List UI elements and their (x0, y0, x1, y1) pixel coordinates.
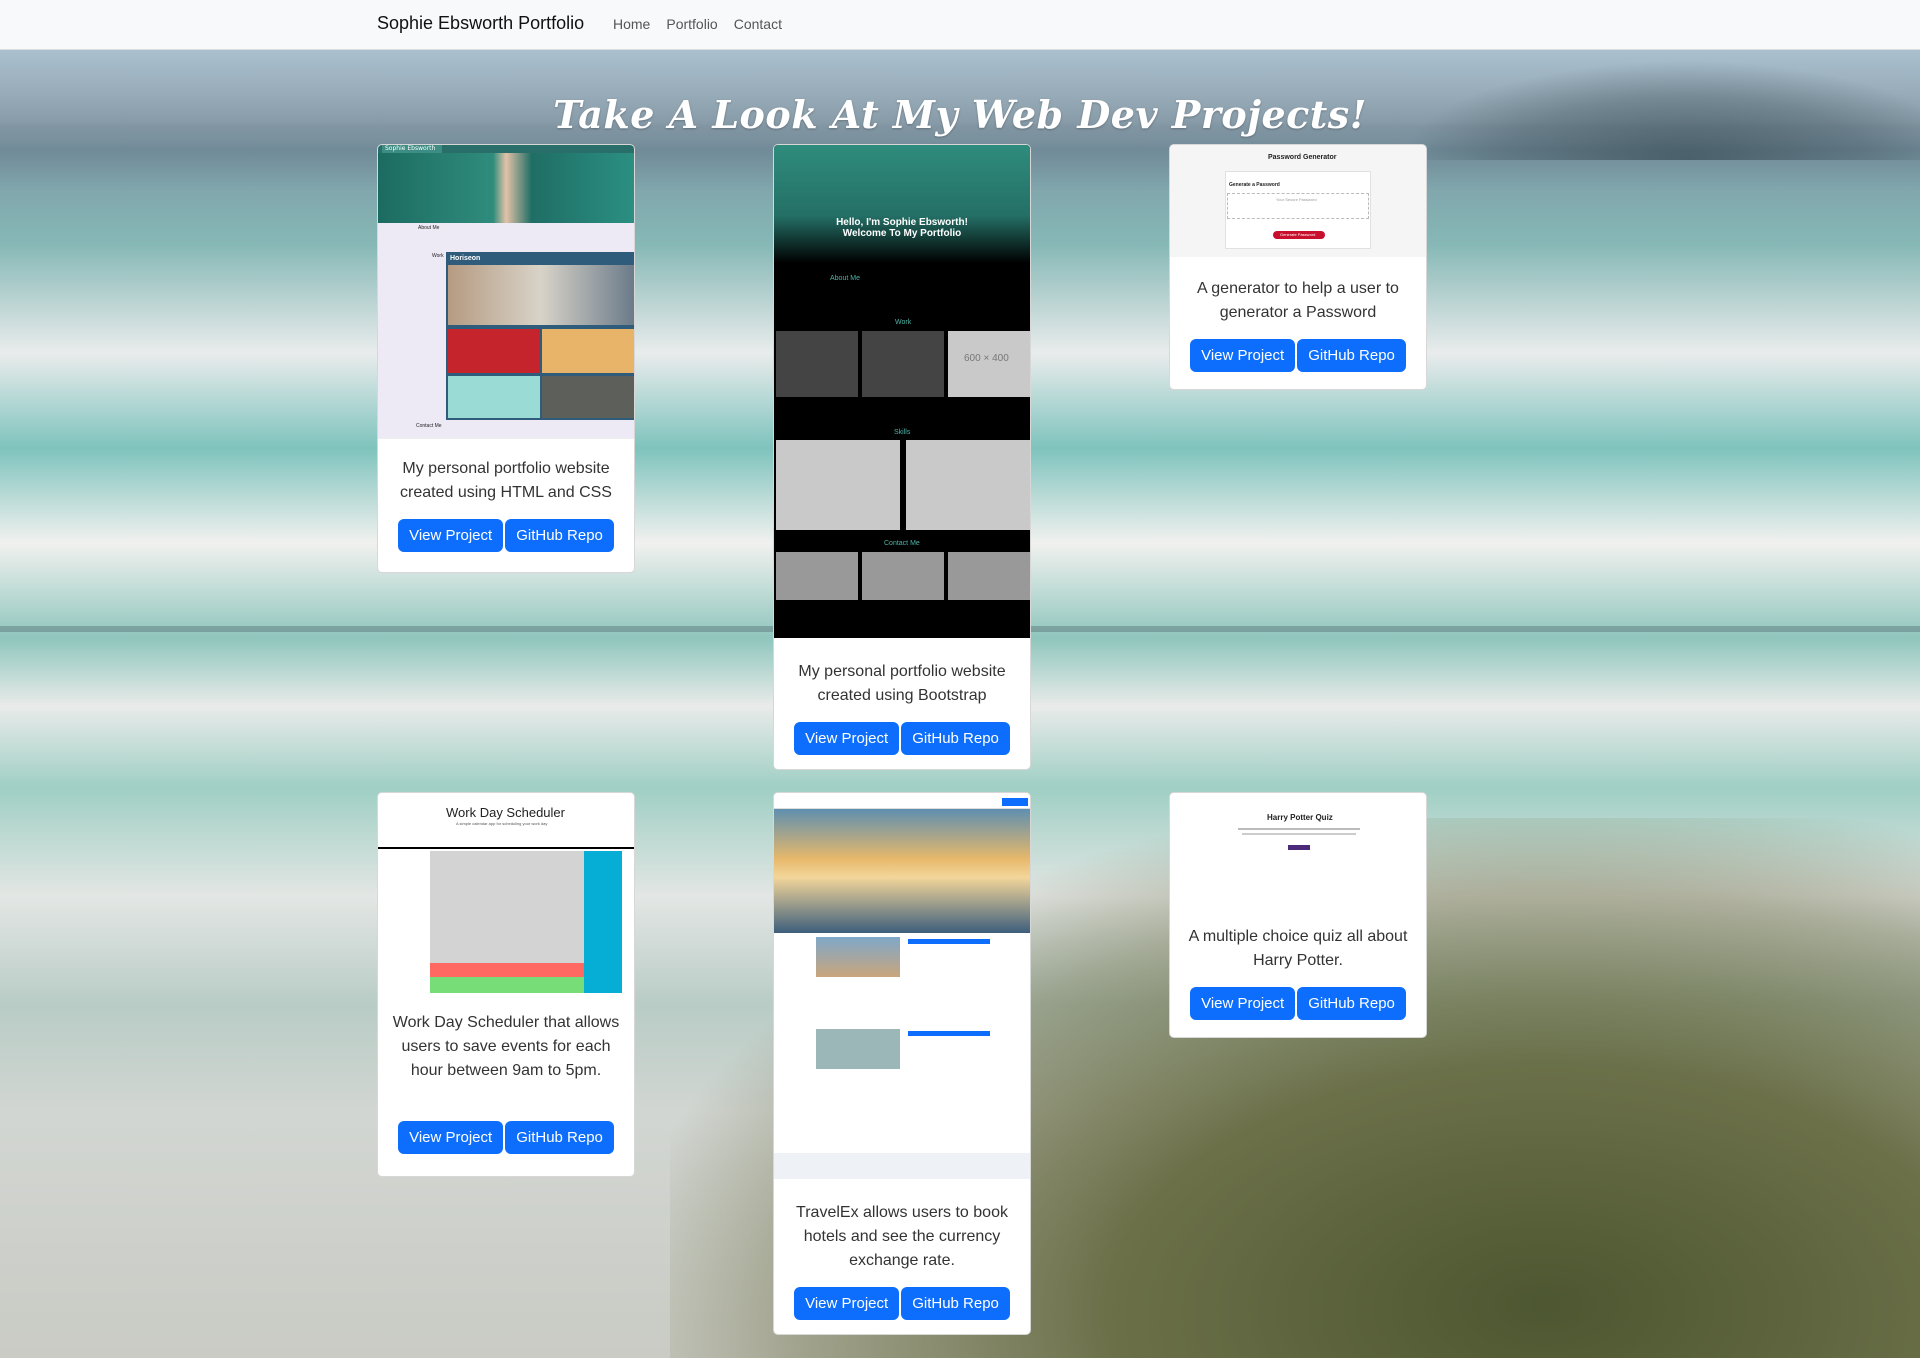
thumb-label: About Me (830, 275, 860, 282)
thumb-section: Horiseon (450, 255, 481, 262)
project-description: My personal portfolio website created us… (798, 663, 1006, 704)
card-buttons: View Project GitHub Repo (774, 1287, 1030, 1320)
view-project-button[interactable]: View Project (398, 1121, 504, 1154)
thumb-label: Work (432, 253, 444, 259)
project-description: A generator to help a user to generator … (1197, 280, 1399, 321)
project-thumbnail[interactable] (774, 793, 1030, 1179)
github-repo-button[interactable]: GitHub Repo (901, 1287, 1010, 1320)
github-repo-button[interactable]: GitHub Repo (1297, 339, 1406, 372)
thumb-label: Contact Me (884, 540, 920, 547)
project-card-work-day-scheduler: Work Day Scheduler A simple calendar app… (377, 792, 635, 1177)
thumb-placeholder: Your Secure Password (1276, 197, 1317, 202)
thumb-title: Password Generator (1268, 154, 1337, 161)
card-buttons: View Project GitHub Repo (774, 722, 1030, 755)
project-card-travelex: TravelEx allows users to book hotels and… (773, 792, 1031, 1335)
view-project-button[interactable]: View Project (398, 519, 504, 552)
thumb-placeholder: 600 × 400 (964, 353, 1009, 364)
thumb-subtitle: Generate a Password (1229, 182, 1280, 188)
card-buttons: View Project GitHub Repo (378, 519, 634, 552)
thumb-label: Contact Me (416, 423, 442, 429)
github-repo-button[interactable]: GitHub Repo (901, 722, 1010, 755)
thumb-title: Work Day Scheduler (446, 805, 565, 820)
thumb-brand: Sophie Ebsworth (382, 145, 442, 153)
project-description: TravelEx allows users to book hotels and… (796, 1204, 1008, 1269)
thumb-hero-line: Welcome To My Portfolio (842, 228, 962, 239)
navbar: Sophie Ebsworth Portfolio Home Portfolio… (0, 0, 1920, 50)
page-title: Take A Look At My Web Dev Projects! (553, 92, 1367, 137)
thumb-subtitle: A simple calendar app for scheduling you… (456, 821, 548, 826)
nav-link-home[interactable]: Home (613, 16, 650, 32)
github-repo-button[interactable]: GitHub Repo (505, 519, 614, 552)
view-project-button[interactable]: View Project (1190, 987, 1296, 1020)
thumb-label: Skills (894, 429, 911, 436)
project-thumbnail[interactable]: Harry Potter Quiz (1170, 793, 1426, 905)
project-card-html-portfolio: Sophie Ebsworth About Me Work Contact Me… (377, 144, 635, 573)
nav-links: Home Portfolio Contact (613, 16, 782, 32)
thumb-hero-line: Hello, I'm Sophie Ebsworth! (836, 217, 968, 228)
nav-link-portfolio[interactable]: Portfolio (666, 16, 717, 32)
thumb-button: Generate Password (1280, 232, 1316, 237)
github-repo-button[interactable]: GitHub Repo (505, 1121, 614, 1154)
navbar-brand[interactable]: Sophie Ebsworth Portfolio (377, 13, 584, 34)
nav-link-contact[interactable]: Contact (734, 16, 782, 32)
view-project-button[interactable]: View Project (794, 1287, 900, 1320)
project-thumbnail[interactable]: Sophie Ebsworth About Me Work Contact Me… (378, 145, 634, 439)
project-card-harry-potter-quiz: Harry Potter Quiz A multiple choice quiz… (1169, 792, 1427, 1038)
project-description: A multiple choice quiz all about Harry P… (1188, 928, 1408, 969)
view-project-button[interactable]: View Project (794, 722, 900, 755)
project-thumbnail[interactable]: Hello, I'm Sophie Ebsworth! Welcome To M… (774, 145, 1030, 638)
project-card-password-generator: Password Generator Generate a Password Y… (1169, 144, 1427, 390)
project-card-bootstrap-portfolio: Hello, I'm Sophie Ebsworth! Welcome To M… (773, 144, 1031, 770)
project-thumbnail[interactable]: Work Day Scheduler A simple calendar app… (378, 793, 634, 997)
thumb-label: Work (895, 319, 912, 326)
card-buttons: View Project GitHub Repo (1170, 987, 1426, 1020)
card-buttons: View Project GitHub Repo (378, 1121, 634, 1154)
thumb-label: About Me (418, 225, 440, 231)
card-buttons: View Project GitHub Repo (1170, 339, 1426, 372)
project-description: My personal portfolio website created us… (400, 460, 612, 501)
project-thumbnail[interactable]: Password Generator Generate a Password Y… (1170, 145, 1426, 257)
project-description: Work Day Scheduler that allows users to … (392, 1014, 620, 1079)
view-project-button[interactable]: View Project (1190, 339, 1296, 372)
github-repo-button[interactable]: GitHub Repo (1297, 987, 1406, 1020)
thumb-hero (378, 153, 634, 223)
thumb-title: Harry Potter Quiz (1267, 813, 1333, 822)
